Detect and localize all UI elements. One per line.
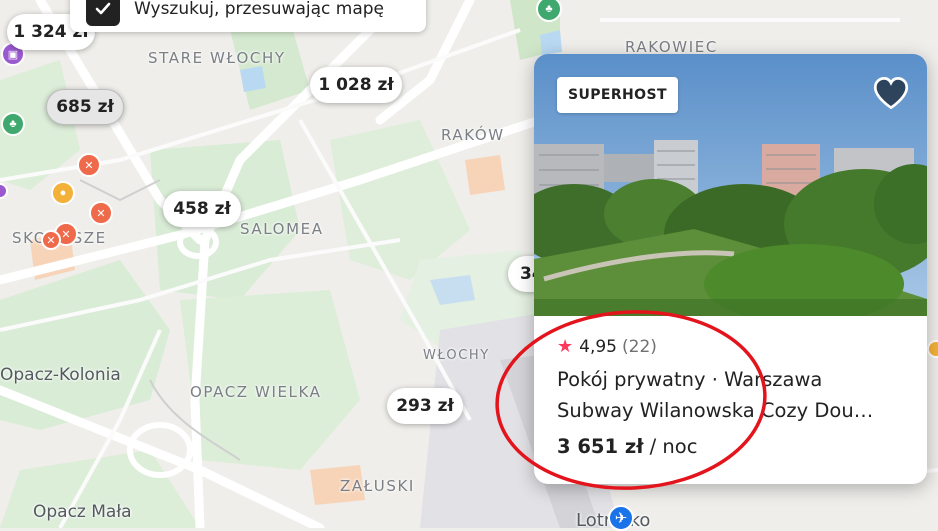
price-pin[interactable]: 685 zł — [46, 89, 124, 125]
listing-card[interactable]: SUPERHOST ★ 4,95 (22) Pokój prywatny · W… — [534, 54, 927, 484]
superhost-badge: SUPERHOST — [557, 77, 678, 113]
pagination-dot[interactable] — [700, 462, 709, 470]
review-count: (22) — [622, 336, 657, 357]
map-label-opacz-wielka: OPACZ WIELKA — [190, 383, 322, 401]
map-label-opacz-kolonia: Opacz-Kolonia — [0, 365, 121, 385]
map-label-zaluski: ZAŁUSKI — [340, 477, 415, 495]
map-label-opacz-mala: Opacz Mała — [33, 502, 132, 522]
rating-value: 4,95 — [579, 336, 617, 357]
map-label-stare-wlochy: STARE WŁOCHY — [148, 49, 286, 67]
map-label-salomea: SALOMEA — [240, 220, 324, 238]
map-label-wlochy: WŁOCHY — [423, 348, 490, 363]
photo-pagination[interactable] — [534, 462, 927, 470]
restaurant-icon[interactable]: ✕ — [41, 230, 61, 250]
star-icon: ★ — [557, 336, 574, 357]
price-pin[interactable]: 1 028 zł — [310, 67, 402, 103]
rating: ★ 4,95 (22) — [557, 336, 657, 357]
map-label-rakow: RAKÓW — [441, 126, 505, 144]
airport-icon[interactable]: ✈ — [608, 505, 634, 531]
listing-type-location: Pokój prywatny · Warszawa — [557, 368, 823, 391]
price-unit: / noc — [643, 435, 698, 458]
pagination-dot[interactable] — [727, 462, 735, 469]
amusement-icon[interactable] — [927, 340, 938, 358]
listing-price: 3 651 zł / noc — [557, 435, 697, 458]
price-amount: 3 651 zł — [557, 435, 644, 458]
checkmark-icon — [95, 2, 111, 15]
park-icon[interactable]: ♣ — [1, 112, 25, 136]
price-pin[interactable]: 458 zł — [163, 191, 241, 227]
restaurant-icon[interactable]: ✕ — [77, 153, 101, 177]
listing-title: Subway Wilanowska Cozy Dou… — [557, 399, 874, 422]
checkbox[interactable] — [86, 0, 120, 26]
search-as-map-moves-label: Wyszukuj, przesuwając mapę — [134, 0, 384, 19]
pagination-dot[interactable] — [753, 462, 761, 469]
pagination-dot[interactable] — [740, 462, 748, 469]
search-as-map-moves-toggle[interactable]: Wyszukuj, przesuwając mapę — [70, 0, 426, 32]
heart-icon[interactable] — [873, 76, 909, 110]
restaurant-icon[interactable]: ✕ — [89, 201, 113, 225]
amusement-icon[interactable]: ● — [51, 181, 75, 205]
pagination-dot[interactable] — [714, 462, 722, 469]
price-pin[interactable]: 293 zł — [387, 388, 463, 424]
